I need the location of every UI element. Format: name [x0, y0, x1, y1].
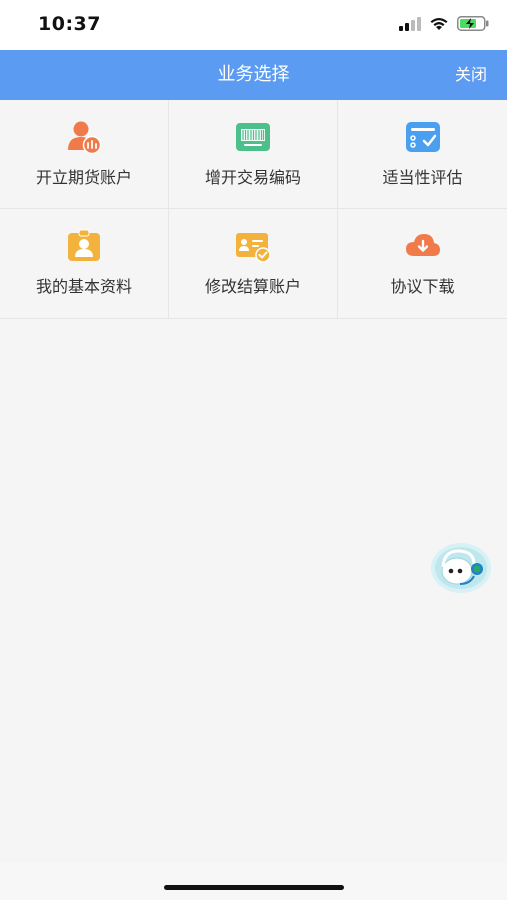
barcode-icon [236, 123, 270, 151]
battery-charging-icon [457, 16, 489, 31]
cellular-signal-icon [399, 16, 421, 31]
settlement-card-icon [236, 233, 271, 263]
cloud-download-icon [405, 234, 440, 256]
status-icons [399, 16, 489, 31]
service-label: 我的基本资料 [35, 277, 132, 296]
service-label: 协议下载 [390, 277, 455, 296]
customer-service-robot-icon [431, 543, 491, 593]
service-grid: 开立期货账户 增开交易编码 适当性评估 我的基本资料 修改结算账户 协议下载 [0, 100, 507, 319]
page-title: 业务选择 [217, 64, 290, 85]
home-indicator[interactable] [164, 885, 344, 890]
status-time: 10:37 [38, 13, 101, 35]
wifi-icon [430, 17, 448, 30]
profile-card-icon [68, 229, 100, 261]
service-my-basic-info[interactable]: 我的基本资料 [0, 209, 169, 319]
service-open-futures-account[interactable]: 开立期货账户 [0, 100, 169, 209]
service-label: 增开交易编码 [204, 168, 301, 187]
service-label: 开立期货账户 [35, 168, 132, 187]
close-button[interactable]: 关闭 [455, 50, 487, 100]
service-agreement-download[interactable]: 协议下载 [338, 209, 507, 319]
customer-service-button[interactable] [430, 540, 492, 596]
status-bar: 10:37 [0, 0, 507, 50]
service-change-settlement-account[interactable]: 修改结算账户 [169, 209, 338, 319]
bottom-area [0, 862, 507, 900]
service-add-trading-code[interactable]: 增开交易编码 [169, 100, 338, 209]
service-suitability-assessment[interactable]: 适当性评估 [338, 100, 507, 209]
service-label: 修改结算账户 [204, 277, 301, 296]
service-label: 适当性评估 [382, 168, 463, 187]
assessment-checklist-icon [405, 122, 440, 152]
open-account-icon [68, 121, 102, 154]
nav-bar: 业务选择 关闭 [0, 50, 507, 100]
